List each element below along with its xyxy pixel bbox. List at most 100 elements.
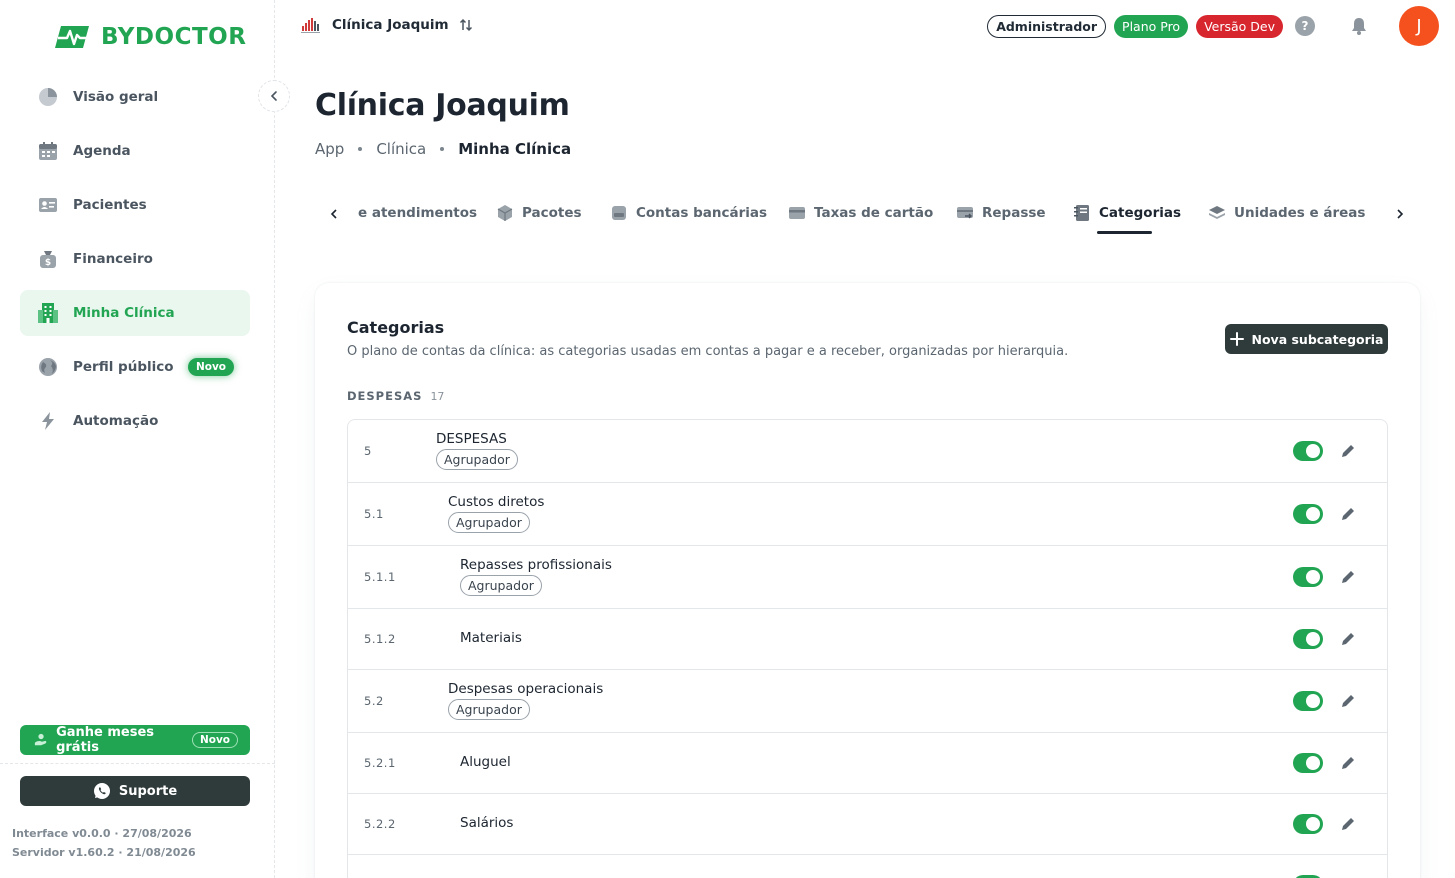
bank-icon (612, 206, 626, 220)
plus-icon (1229, 332, 1244, 346)
tabs-scroll-left-button[interactable] (322, 202, 346, 226)
plan-badge[interactable]: Plano Pro (1114, 14, 1189, 38)
tab-contas-bancarias[interactable]: Contas bancárias (610, 202, 767, 224)
category-code: 5.1.1 (364, 570, 396, 584)
tab-label: Repasse (982, 205, 1046, 221)
sidebar-item-automacao[interactable]: Automação (20, 398, 250, 444)
help-icon[interactable]: ? (1295, 16, 1315, 36)
group-tag: Agrupador (448, 512, 530, 533)
tab-categorias[interactable]: Categorias (1073, 202, 1181, 224)
brand-logo[interactable]: BYDOCTOR (55, 22, 246, 52)
category-name-wrap: DESPESAS Agrupador (436, 431, 518, 470)
lightning-icon (37, 410, 59, 432)
clinic-logo-icon (301, 18, 320, 33)
tab-pacotes[interactable]: Pacotes (496, 202, 582, 224)
edit-button[interactable] (1338, 753, 1358, 773)
server-version: Servidor v1.60.2 · 21/08/2026 (12, 846, 196, 859)
edit-button[interactable] (1338, 814, 1358, 834)
new-subcategory-label: Nova subcategoria (1251, 331, 1384, 347)
tab-atendimentos[interactable]: e atendimentos (358, 202, 477, 224)
active-toggle[interactable] (1293, 504, 1323, 524)
pie-chart-icon (37, 86, 59, 108)
clinic-switcher[interactable]: Clínica Joaquim (300, 16, 473, 34)
breadcrumb: App Clínica Minha Clínica (315, 140, 571, 158)
new-badge: Novo (191, 732, 238, 748)
box-icon (497, 205, 513, 221)
table-row: 5.1.1 Repasses profissionais Agrupador (348, 546, 1387, 609)
category-code: 5.2 (364, 694, 384, 708)
sidebar-item-perfil-publico[interactable]: Perfil público Novo (20, 344, 250, 390)
category-name: Salários (460, 815, 514, 831)
tab-unidades-e-areas[interactable]: Unidades e áreas (1208, 202, 1365, 224)
sidebar-item-label: Pacientes (73, 197, 147, 213)
category-name: Despesas operacionais (448, 681, 604, 697)
version-info: Interface v0.0.0 · 27/08/2026 Servidor v… (12, 824, 196, 862)
active-toggle[interactable] (1293, 629, 1323, 649)
category-code: 5.2.1 (364, 756, 396, 770)
category-list: 5 DESPESAS Agrupador 5.1 Custos diretos … (347, 419, 1388, 878)
category-name: Materiais (460, 630, 522, 646)
edit-button[interactable] (1338, 567, 1358, 587)
layers-icon (1209, 206, 1225, 219)
category-name-wrap: Salários (460, 815, 513, 831)
sidebar-item-agenda[interactable]: Agenda (20, 128, 250, 174)
section-title: DESPESAS (347, 389, 423, 403)
avatar[interactable]: J (1399, 6, 1439, 46)
breadcrumb-app[interactable]: App (315, 140, 344, 158)
tab-taxas-de-cartao[interactable]: Taxas de cartão (788, 202, 933, 224)
pencil-icon (1342, 571, 1354, 583)
sidebar-nav: Visão geral Agenda Pacientes $ Financeir… (20, 74, 250, 452)
sidebar-item-label: Perfil público (73, 359, 174, 375)
categories-card: Categorias O plano de contas da clínica:… (315, 283, 1420, 878)
active-toggle[interactable] (1293, 753, 1323, 773)
sidebar-item-financeiro[interactable]: $ Financeiro (20, 236, 250, 282)
chevron-left-icon (270, 91, 277, 101)
active-toggle[interactable] (1293, 441, 1323, 461)
table-row: 5.2 Despesas operacionais Agrupador (348, 670, 1387, 733)
earn-label: Ganhe meses grátis (56, 725, 155, 755)
edit-button[interactable] (1338, 504, 1358, 524)
notifications-button[interactable] (1339, 6, 1379, 46)
support-label: Suporte (118, 783, 178, 799)
edit-button[interactable] (1338, 441, 1358, 461)
swap-icon (459, 18, 472, 32)
earn-free-months-button[interactable]: Ganhe meses grátis Novo (20, 725, 250, 755)
sidebar-item-visao-geral[interactable]: Visão geral (20, 74, 250, 120)
edit-button[interactable] (1338, 629, 1358, 649)
chevron-right-icon (1397, 209, 1404, 219)
tab-repasse[interactable]: Repasse (956, 202, 1046, 224)
table-row: 5.2.1 Aluguel (348, 733, 1387, 794)
gift-hand-icon (34, 733, 47, 746)
tabs-scroll-right-button[interactable] (1388, 202, 1412, 226)
sidebar-item-minha-clinica[interactable]: Minha Clínica (20, 290, 250, 336)
section-label: DESPESAS 17 (347, 389, 444, 403)
tab-label: Unidades e áreas (1234, 205, 1366, 221)
table-row: 5.2.2 Salários (348, 794, 1387, 855)
group-tag: Agrupador (436, 449, 518, 470)
pencil-icon (1342, 757, 1354, 769)
pencil-icon (1342, 818, 1354, 830)
calendar-icon (37, 140, 59, 162)
collapse-sidebar-button[interactable] (258, 80, 290, 112)
sidebar-item-label: Visão geral (73, 89, 159, 105)
breadcrumb-clinica[interactable]: Clínica (376, 140, 426, 158)
tab-label: Contas bancárias (636, 205, 768, 221)
logo-icon (55, 26, 90, 48)
building-icon (37, 302, 59, 324)
support-button[interactable]: Suporte (20, 776, 250, 806)
category-code: 5.1.2 (364, 632, 396, 646)
card-subtitle: O plano de contas da clínica: as categor… (347, 344, 1069, 359)
sidebar-item-pacientes[interactable]: Pacientes (20, 182, 250, 228)
category-name-wrap: Materiais (460, 630, 522, 646)
table-row: 5.1 Custos diretos Agrupador (348, 483, 1387, 546)
bell-icon (1352, 18, 1366, 35)
active-toggle[interactable] (1293, 691, 1323, 711)
version-badge: Versão Dev (1196, 14, 1283, 38)
active-toggle[interactable] (1293, 567, 1323, 587)
sidebar: BYDOCTOR Visão geral Agenda Pacientes $ … (0, 0, 275, 878)
edit-button[interactable] (1338, 691, 1358, 711)
category-name-wrap: Despesas operacionais Agrupador (448, 681, 603, 720)
table-row: 5.1.2 Materiais (348, 609, 1387, 670)
active-toggle[interactable] (1293, 814, 1323, 834)
new-subcategory-button[interactable]: Nova subcategoria (1225, 324, 1388, 354)
